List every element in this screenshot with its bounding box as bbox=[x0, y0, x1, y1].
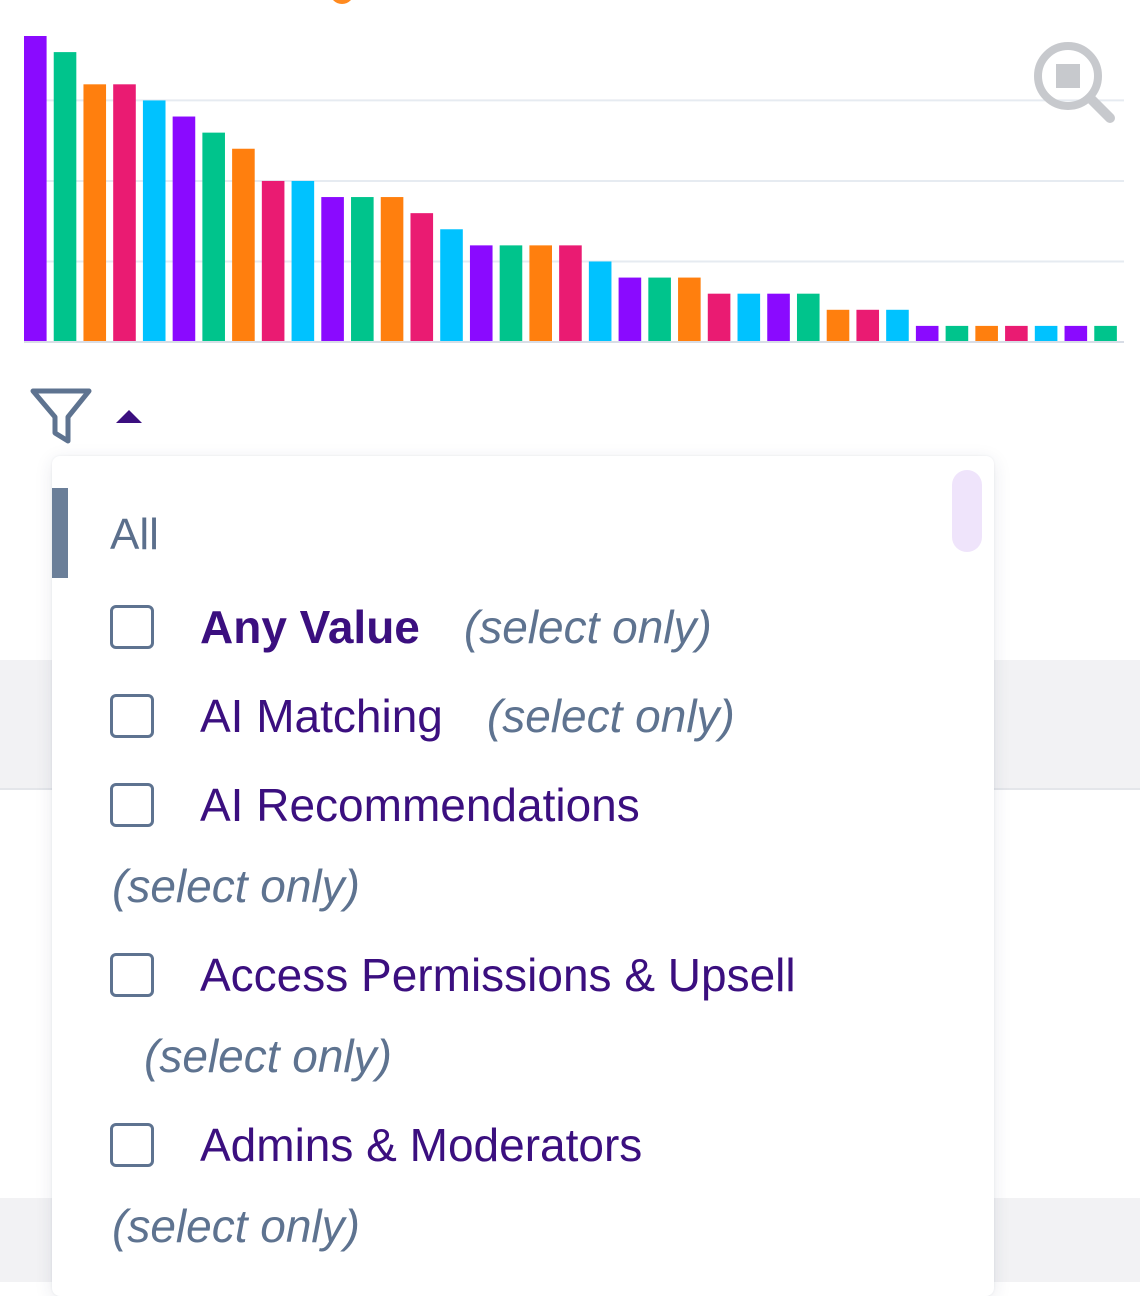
caret-up-icon[interactable] bbox=[114, 407, 144, 425]
chart-bar[interactable] bbox=[767, 293, 790, 342]
chart-bar[interactable] bbox=[945, 325, 969, 342]
chart-bar[interactable] bbox=[1005, 325, 1028, 342]
chart-bar[interactable] bbox=[113, 84, 136, 342]
chart-bar[interactable] bbox=[975, 325, 998, 342]
chart-bar[interactable] bbox=[440, 229, 463, 342]
select-only-link[interactable]: (select only) bbox=[487, 690, 735, 742]
chart-bar[interactable] bbox=[53, 52, 77, 343]
chart-bar[interactable] bbox=[737, 293, 761, 342]
chart-bar[interactable] bbox=[380, 197, 404, 342]
zoom-button[interactable] bbox=[1030, 38, 1122, 128]
chart-bar[interactable] bbox=[410, 213, 434, 342]
chart-bar[interactable] bbox=[291, 180, 315, 342]
chart-bar[interactable] bbox=[351, 197, 374, 342]
chart-bar[interactable] bbox=[142, 100, 166, 342]
chart-bar[interactable] bbox=[796, 293, 820, 342]
selected-indicator-bar bbox=[52, 488, 68, 578]
funnel-filter-icon[interactable] bbox=[28, 385, 94, 447]
chart-bar[interactable] bbox=[648, 277, 671, 342]
chart-bar[interactable] bbox=[1094, 325, 1117, 342]
scrollbar-thumb[interactable] bbox=[952, 470, 982, 552]
chart-bar[interactable] bbox=[261, 180, 285, 342]
option-label: AI Matching bbox=[200, 690, 443, 742]
chart-bar[interactable] bbox=[232, 148, 255, 342]
chart-bars bbox=[24, 36, 1117, 343]
chart-bar[interactable] bbox=[707, 293, 731, 342]
select-only-link[interactable]: (select only) bbox=[144, 1027, 392, 1085]
option-ai-matching[interactable]: AI Matching (select only) bbox=[110, 687, 910, 745]
bar-chart bbox=[0, 0, 1140, 360]
chart-bar[interactable] bbox=[172, 116, 196, 343]
chart-bar[interactable] bbox=[915, 325, 939, 342]
chart-bar[interactable] bbox=[83, 84, 107, 342]
option-label: Any Value bbox=[200, 601, 420, 653]
chart-bar[interactable] bbox=[826, 309, 850, 342]
select-only-link[interactable]: (select only) bbox=[112, 857, 360, 915]
filter-dropdown: All Any Value (select only) AI Matching (s… bbox=[52, 456, 994, 1296]
option-ai-recommendations[interactable]: AI Recommendations bbox=[110, 776, 910, 834]
option-any-value[interactable]: Any Value (select only) bbox=[110, 598, 910, 656]
chart-bar[interactable] bbox=[678, 277, 701, 342]
chart-bar[interactable] bbox=[24, 36, 47, 342]
option-admins-moderators[interactable]: Admins & Moderators bbox=[110, 1116, 910, 1174]
checkbox[interactable] bbox=[110, 693, 154, 738]
chart-bar[interactable] bbox=[202, 132, 225, 342]
chart-bar[interactable] bbox=[469, 245, 493, 342]
chart-bar[interactable] bbox=[529, 245, 552, 342]
chart-bar[interactable] bbox=[588, 261, 612, 342]
option-access-permissions-upsell[interactable]: Access Permissions & Upsell bbox=[110, 946, 910, 1004]
chart-bar[interactable] bbox=[559, 245, 582, 342]
checkbox[interactable] bbox=[110, 604, 154, 649]
chart-bar[interactable] bbox=[618, 277, 642, 342]
chart-bar[interactable] bbox=[886, 309, 909, 342]
checkbox[interactable] bbox=[110, 1122, 154, 1167]
chart-bar[interactable] bbox=[1064, 325, 1088, 342]
option-all[interactable]: All bbox=[52, 488, 652, 578]
bar-chart-svg bbox=[24, 36, 1124, 343]
option-label: Admins & Moderators bbox=[200, 1119, 643, 1171]
chart-bar[interactable] bbox=[321, 197, 344, 342]
chart-bar[interactable] bbox=[1034, 325, 1058, 342]
filter-toolbar bbox=[28, 384, 144, 448]
checkbox[interactable] bbox=[110, 952, 154, 997]
chart-bar[interactable] bbox=[499, 245, 523, 342]
option-label: Access Permissions & Upsell bbox=[200, 949, 796, 1001]
select-only-link[interactable]: (select only) bbox=[112, 1197, 360, 1255]
chart-bar[interactable] bbox=[856, 309, 880, 342]
select-only-link[interactable]: (select only) bbox=[464, 601, 712, 653]
option-all-label: All bbox=[110, 510, 159, 559]
zoom-search-icon bbox=[1034, 42, 1115, 123]
checkbox[interactable] bbox=[110, 782, 154, 827]
option-label: AI Recommendations bbox=[200, 779, 640, 831]
